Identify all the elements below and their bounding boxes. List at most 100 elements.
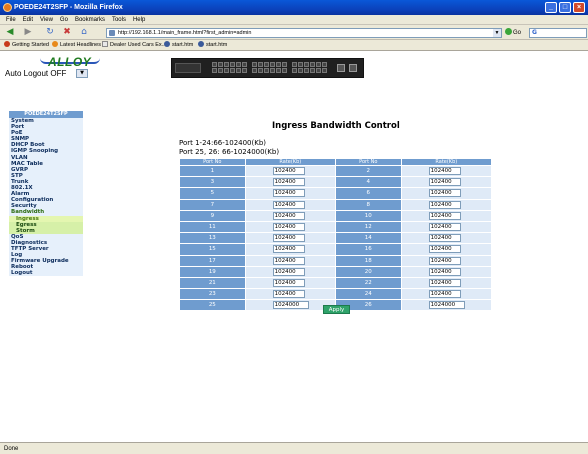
home-icon[interactable]: ⌂ — [78, 27, 90, 38]
close-button[interactable]: × — [573, 2, 585, 13]
rate-input[interactable]: 1024000 — [272, 301, 309, 310]
table-row: 17 102400 18 102400 — [180, 255, 491, 266]
window-titlebar: POEDE24T2SFP - Mozilla Firefox _ □ × — [0, 0, 588, 15]
rate-input[interactable]: 102400 — [428, 256, 461, 265]
rss-feed-icon — [52, 41, 58, 47]
sidebar-item-logout[interactable]: Logout — [9, 270, 83, 277]
sfp-port-26 — [349, 64, 357, 72]
rate-input[interactable]: 102400 — [428, 278, 461, 287]
rate-input[interactable]: 102400 — [272, 200, 305, 209]
rate-input[interactable]: 102400 — [428, 211, 461, 220]
rate-input[interactable]: 102400 — [272, 234, 305, 243]
table-row: 13 102400 14 102400 — [180, 233, 491, 244]
port-number: 14 — [335, 233, 401, 244]
port-number: 8 — [335, 199, 401, 210]
rate-input[interactable]: 102400 — [428, 267, 461, 276]
bookmark-start-1[interactable]: start.htm — [164, 40, 193, 51]
rate-input[interactable]: 102400 — [272, 290, 305, 299]
sidebar-menu: POEDE24T2SFP System Port PoE SNMP DHCP Boot I… — [9, 111, 83, 277]
menu-tools[interactable]: Tools — [112, 15, 126, 24]
rate-input[interactable]: 102400 — [428, 223, 461, 232]
rate-cell: 102400 — [401, 199, 491, 210]
rate-input[interactable]: 102400 — [272, 189, 305, 198]
rate-cell: 102400 — [245, 199, 335, 210]
menu-file[interactable]: File — [6, 15, 16, 24]
stop-icon[interactable]: ✖ — [61, 27, 73, 38]
rate-cell: 102400 — [245, 210, 335, 221]
auto-logout-dropdown[interactable]: ▼ — [76, 69, 88, 78]
page-icon — [102, 41, 108, 47]
rate-input[interactable]: 102400 — [272, 223, 305, 232]
globe-icon — [198, 41, 204, 47]
go-button[interactable]: Go — [505, 28, 521, 38]
menu-edit[interactable]: Edit — [23, 15, 33, 24]
rate-cell: 102400 — [245, 277, 335, 289]
alloy-logo: ALLOY — [48, 55, 92, 69]
reload-icon[interactable]: ↻ — [44, 27, 56, 38]
rate-input[interactable]: 1024000 — [428, 301, 465, 310]
table-row: 3 102400 4 102400 — [180, 177, 491, 188]
rate-input[interactable]: 102400 — [428, 167, 461, 176]
rate-cell: 102400 — [401, 233, 491, 244]
apply-button[interactable]: Apply — [323, 305, 350, 314]
port-number: 1 — [180, 166, 245, 177]
port-number: 2 — [335, 166, 401, 177]
port-number: 24 — [335, 289, 401, 300]
table-row: 7 102400 8 102400 — [180, 199, 491, 210]
bookmark-dealer-used-cars[interactable]: Dealer Used Cars Ex... — [102, 40, 166, 51]
rate-input[interactable]: 102400 — [272, 167, 305, 176]
rate-input[interactable]: 102400 — [428, 200, 461, 209]
rate-input[interactable]: 102400 — [428, 234, 461, 243]
minimize-button[interactable]: _ — [545, 2, 557, 13]
port-number: 25 — [180, 300, 245, 311]
menu-bookmarks[interactable]: Bookmarks — [75, 15, 105, 24]
rate-input[interactable]: 102400 — [272, 256, 305, 265]
forward-arrow-icon[interactable]: ▶ — [22, 27, 34, 38]
rate-cell: 1024000 — [245, 300, 335, 311]
port-number: 18 — [335, 255, 401, 266]
rate-cell: 102400 — [245, 255, 335, 266]
go-arrow-icon — [505, 28, 512, 35]
rate-input[interactable]: 102400 — [272, 267, 305, 276]
menu-go[interactable]: Go — [60, 15, 68, 24]
menu-view[interactable]: View — [40, 15, 53, 24]
firefox-icon — [3, 3, 12, 12]
port-number: 3 — [180, 177, 245, 188]
search-input[interactable]: G — [529, 28, 587, 38]
port-number: 16 — [335, 244, 401, 255]
bookmark-start-2[interactable]: start.htm — [198, 40, 227, 51]
navigation-toolbar: ◀ ▶ ↻ ✖ ⌂ http://192.168.1.1/main_frame.… — [0, 25, 588, 40]
rate-input[interactable]: 102400 — [428, 290, 461, 299]
rate-input[interactable]: 102400 — [428, 178, 461, 187]
status-bar: Done — [0, 442, 588, 454]
port-number: 15 — [180, 244, 245, 255]
rate-input[interactable]: 102400 — [428, 189, 461, 198]
back-arrow-icon[interactable]: ◀ — [4, 27, 16, 38]
port-number: 10 — [335, 210, 401, 221]
rate-cell: 102400 — [401, 277, 491, 289]
url-bar[interactable]: http://192.168.1.1/main_frame.html?first… — [106, 28, 502, 38]
url-dropdown-icon[interactable]: ▼ — [493, 29, 501, 37]
rate-input[interactable]: 102400 — [272, 211, 305, 220]
rate-input[interactable]: 102400 — [272, 178, 305, 187]
page-content: ALLOY Auto Logout OFF ▼ POEDE24T2SFP Sys… — [0, 51, 588, 442]
menu-help[interactable]: Help — [133, 15, 145, 24]
bookmark-latest-headlines[interactable]: Latest Headlines — [52, 40, 101, 51]
port-group-1 — [212, 62, 247, 73]
rate-cell: 102400 — [401, 255, 491, 266]
column-header-rate: Rate(Kb) — [245, 159, 335, 165]
bookmark-getting-started[interactable]: Getting Started — [4, 40, 49, 51]
table-row: 9 102400 10 102400 — [180, 210, 491, 221]
rate-cell: 102400 — [401, 210, 491, 221]
rate-input[interactable]: 102400 — [272, 278, 305, 287]
port-number: 12 — [335, 221, 401, 233]
rate-input[interactable]: 102400 — [272, 245, 305, 254]
port-number: 20 — [335, 266, 401, 277]
port-number: 22 — [335, 277, 401, 289]
port-range-info-1: Port 1-24:66-102400(Kb) — [179, 139, 266, 147]
rate-cell: 102400 — [401, 166, 491, 177]
rate-input[interactable]: 102400 — [428, 245, 461, 254]
rate-cell: 102400 — [245, 188, 335, 199]
table-row: 5 102400 6 102400 — [180, 188, 491, 199]
maximize-button[interactable]: □ — [559, 2, 571, 13]
